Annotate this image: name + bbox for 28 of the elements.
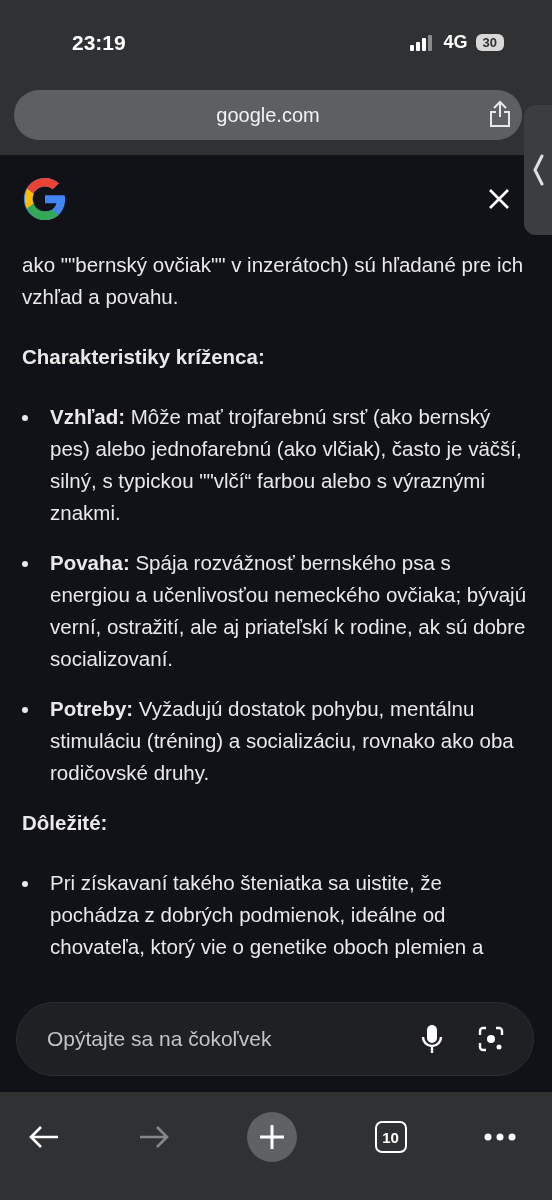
battery-indicator: 30 (475, 34, 504, 51)
more-icon[interactable] (484, 1133, 516, 1141)
bullet-icon (22, 561, 28, 567)
section-heading: Dôležité: (22, 810, 109, 836)
bullet-icon (22, 707, 28, 713)
close-icon[interactable] (488, 188, 510, 210)
bullet-text: Vzhľad: Môže mať trojfarebnú srsť (ako bernský pes) alebo jednofarebnú (ako vlčiak), často je väčší, silný, s typickou ""vlčí“ farbou alebo s výraznými znakmi. (50, 404, 523, 526)
url-text: google.com (216, 103, 320, 127)
answer-paragraph: ako ""bernský ovčiak"" v inzerátoch) sú hľadané pre ich vzhľad a povahu. (22, 252, 525, 310)
bullet-text: Povaha: Spája rozvážnosť bernského psa s energiou a učenlivosťou nemeckého ovčiaka; bývajú verní, ostražití, ale aj priateľskí k rodine, ak sú dobre socializovaní. (50, 550, 528, 672)
network-label: 4G (443, 32, 468, 53)
share-icon[interactable] (488, 100, 512, 128)
camera-lens-icon[interactable] (477, 1025, 505, 1053)
google-logo-icon (22, 176, 68, 222)
chevron-left-icon (532, 154, 544, 186)
new-tab-button[interactable] (247, 1112, 297, 1162)
status-time: 23:19 (72, 30, 126, 55)
ask-field[interactable]: Opýtajte sa na čokoľvek (45, 1026, 387, 1052)
bullet-text: Pri získavaní takého šteniatka sa uistite, že pochádza z dobrých podmienok, ideálne od chovateľa, ktorý vie o genetike oboch plemien a (50, 870, 485, 960)
microphone-icon[interactable] (421, 1024, 443, 1054)
bullet-text: Potreby: Vyžadujú dostatok pohybu, mentálnu stimuláciu (tréning) a socializáciu, rovnako ako oba rodičovské druhy. (50, 696, 515, 786)
back-icon[interactable] (28, 1125, 60, 1149)
section-heading: Charakteristiky kríženca: (22, 344, 266, 370)
tab-count-button[interactable]: 10 (374, 1121, 407, 1153)
bullet-icon (22, 415, 28, 421)
bullet-icon (22, 881, 28, 887)
address-bar[interactable]: google.com (14, 90, 522, 140)
side-tab[interactable] (524, 105, 552, 235)
